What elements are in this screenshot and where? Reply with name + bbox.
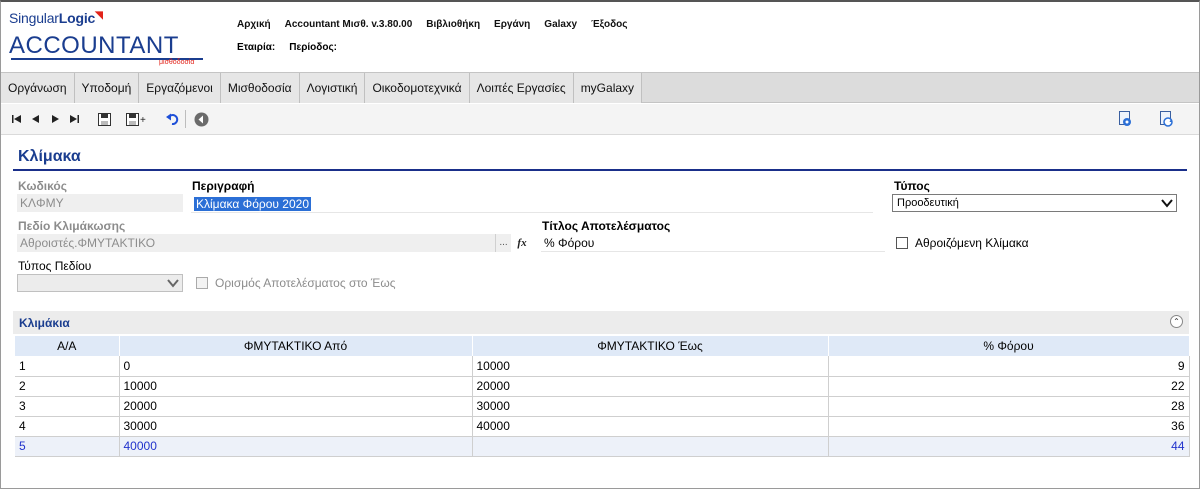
save-icon[interactable] [96,111,112,127]
tab-construction[interactable]: Οικοδομοτεχνικά [365,73,470,103]
title-divider [13,169,1187,171]
chevron-down-icon [167,279,179,288]
toolbar-separator [185,110,186,128]
field-type-select[interactable] [17,274,183,292]
cell-to[interactable]: 20000 [472,376,829,397]
code-label: Κωδικός [18,179,68,193]
column-header-from[interactable]: ΦΜΥΤΑΚΤΙΚΟ Από [119,336,473,356]
report-refresh-icon[interactable] [1158,111,1174,127]
tab-infrastructure[interactable]: Υποδομή [74,73,140,103]
svg-text:+: + [140,115,146,126]
cell-from[interactable]: 0 [119,356,473,377]
menu-ergani[interactable]: Εργάνη [494,19,530,30]
last-record-icon[interactable] [66,111,82,127]
chevron-down-icon [1161,199,1173,208]
collapse-icon[interactable]: ⌃ [1170,315,1183,328]
result-title-input[interactable]: % Φόρου [541,234,885,252]
cell-from[interactable]: 10000 [119,376,473,397]
undo-icon[interactable] [164,111,180,127]
first-record-icon[interactable] [9,111,25,127]
cell-tax-percent[interactable]: 22 [828,376,1190,397]
cell-tax-percent[interactable]: 28 [828,396,1190,417]
header: SingularLogic◥ ACCOUNTANT μισθοδοσία Αρχ… [1,2,1199,72]
tab-other-tasks[interactable]: Λοιπές Εργασίες [469,73,574,103]
product-sub-logo: μισθοδοσία [159,59,195,66]
result-def-checkbox[interactable] [196,277,208,289]
cell-to[interactable]: 10000 [472,356,829,377]
cumulative-label: Αθροιζόμενη Κλίμακα [915,236,1029,250]
cell-to[interactable]: 40000 [472,416,829,437]
description-label: Περιγραφή [192,179,255,193]
brackets-table: Α/Α ΦΜΥΤΑΚΤΙΚΟ Από ΦΜΥΤΑΚΤΙΚΟ Έως % Φόρο… [15,336,1190,457]
type-select-value: Προοδευτική [897,197,959,209]
cell-tax-percent[interactable]: 9 [828,356,1190,377]
fx-icon[interactable]: fx [514,234,530,252]
tab-accounting[interactable]: Λογιστική [299,73,366,103]
type-label: Τύπος [894,179,930,193]
column-header-aa[interactable]: Α/Α [15,336,120,356]
cumulative-checkbox[interactable] [896,237,908,249]
field-type-label: Τύπος Πεδίου [18,259,92,273]
report-settings-icon[interactable] [1117,111,1133,127]
description-value: Κλίμακα Φόρου 2020 [194,197,311,211]
company-label: Εταιρία: [237,42,276,53]
save-new-icon[interactable]: + [125,111,149,127]
table-row[interactable]: 4 30000 40000 36 [15,416,1190,437]
toolbar: + [1,104,1199,135]
app-window: SingularLogic◥ ACCOUNTANT μισθοδοσία Αρχ… [0,0,1200,489]
type-select[interactable]: Προοδευτική [892,194,1177,212]
cell-to[interactable] [472,436,829,457]
cell-tax-percent[interactable]: 44 [828,436,1190,457]
menu-version[interactable]: Accountant Μισθ. v.3.80.00 [285,19,413,30]
product-logo: ACCOUNTANT [9,32,179,59]
top-menu: Αρχική Accountant Μισθ. v.3.80.00 Βιβλιο… [237,19,627,30]
table-header-row: Α/Α ΦΜΥΤΑΚΤΙΚΟ Από ΦΜΥΤΑΚΤΙΚΟ Έως % Φόρο… [15,336,1190,356]
menu-library[interactable]: Βιβλιοθήκη [426,19,480,30]
cell-aa[interactable]: 3 [15,396,120,417]
page-title: Κλίμακα [18,148,81,165]
brackets-section-header: Κλιμάκια ⌃ [13,311,1189,334]
result-def-label: Ορισμός Αποτελέσματος στο Έως [215,276,396,290]
previous-record-icon[interactable] [28,111,44,127]
scale-field-label: Πεδίο Κλιμάκωσης [18,219,126,233]
cell-aa[interactable]: 4 [15,416,120,437]
column-header-tax-percent[interactable]: % Φόρου [828,336,1190,356]
main-tabbar: Οργάνωση Υποδομή Εργαζόμενοι Μισθοδοσία … [1,72,1199,103]
scale-field-input: Αθροιστές.ΦΜΥΤΑΚΤΙΚΟ [17,234,495,252]
cell-to[interactable]: 30000 [472,396,829,417]
menu-exit[interactable]: Έξοδος [591,19,627,30]
tab-organization[interactable]: Οργάνωση [1,73,75,103]
cell-tax-percent[interactable]: 36 [828,416,1190,437]
company-logo: SingularLogic◥ [9,10,103,26]
period-label: Περίοδος: [289,42,337,53]
cell-aa[interactable]: 2 [15,376,120,397]
menu-galaxy[interactable]: Galaxy [544,19,577,30]
cell-aa[interactable]: 5 [15,436,120,457]
scale-field-browse-button[interactable]: ... [495,234,511,252]
tab-employees[interactable]: Εργαζόμενοι [139,73,221,103]
result-title-label: Τίτλος Αποτελέσματος [542,219,671,233]
table-row[interactable]: 1 0 10000 9 [15,356,1190,377]
description-input[interactable]: Κλίμακα Φόρου 2020 [191,195,873,213]
cell-aa[interactable]: 1 [15,356,120,377]
next-record-icon[interactable] [47,111,63,127]
menu-home[interactable]: Αρχική [237,19,271,30]
table-row[interactable]: 2 10000 20000 22 [15,376,1190,397]
section-title: Κλιμάκια [19,316,70,330]
tab-payroll[interactable]: Μισθοδοσία [220,73,300,103]
cell-from[interactable]: 40000 [119,436,473,457]
cell-from[interactable]: 20000 [119,396,473,417]
column-header-to[interactable]: ΦΜΥΤΑΚΤΙΚΟ Έως [472,336,829,356]
back-icon[interactable] [193,111,209,127]
cell-from[interactable]: 30000 [119,416,473,437]
table-row[interactable]: 3 20000 30000 28 [15,396,1190,417]
code-field: ΚΛΦΜΥ [17,194,183,212]
company-period-row: Εταιρία: Περίοδος: [237,42,337,53]
table-row-active[interactable]: 5 40000 44 [15,436,1190,457]
tab-mygalaxy[interactable]: myGalaxy [573,73,643,103]
